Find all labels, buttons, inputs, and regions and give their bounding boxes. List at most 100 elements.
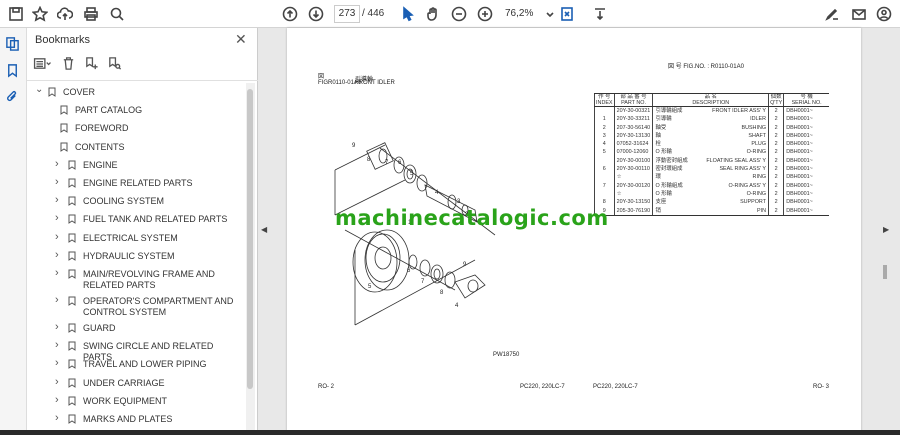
description-en: O-RING ASS' Y <box>728 182 767 189</box>
cell-index: 4 <box>594 140 615 149</box>
bookmark-label: FOREWORD <box>75 123 129 134</box>
zoom-out-icon[interactable] <box>449 4 469 24</box>
bookmark-label: CONTENTS <box>75 141 125 152</box>
bookmark-item[interactable]: › SWING CIRCLE AND RELATED PARTS <box>55 340 246 363</box>
document-scroll-thumb[interactable] <box>883 265 887 279</box>
chevron-right-icon[interactable]: › <box>55 249 63 261</box>
chevron-right-icon[interactable]: › <box>55 213 63 224</box>
table-row: 5 07000-12060 O 形輪 O-RING 2 DBH0001~ <box>594 148 829 157</box>
table-row: 20Y-30-00321 引導輪組成 FRONT IDLER ASS' Y 2 DBH0… <box>594 106 829 116</box>
cell-index: 7 <box>594 181 615 190</box>
chevron-right-icon[interactable]: › <box>55 358 63 369</box>
bookmark-item[interactable]: ⌄ COVER <box>35 84 246 100</box>
bookmark-item[interactable]: PART CATALOG <box>47 105 246 118</box>
print-icon[interactable] <box>81 4 101 24</box>
callout-number: 9 <box>352 143 356 149</box>
next-page-icon[interactable] <box>306 4 326 24</box>
footer-left-model: PC220, 220LC-7 <box>520 384 565 390</box>
bookmark-item[interactable]: › ELECTRICAL SYSTEM <box>55 231 246 246</box>
bookmark-item[interactable]: › OPERATOR'S COMPARTMENT AND CONTROL SYST… <box>55 295 246 320</box>
chevron-right-icon[interactable]: › <box>55 177 63 188</box>
bookmark-tree: ⌄ COVER PART CATALOG FOREWORD CONTENTS › ENGIN… <box>27 81 246 435</box>
bookmark-item[interactable]: › FUEL TANK AND RELATED PARTS <box>55 213 246 227</box>
find-bookmark-icon[interactable] <box>107 56 122 76</box>
bookmark-item[interactable]: › ENGINE RELATED PARTS <box>55 177 246 191</box>
column-header-en: SERIAL NO. <box>791 100 822 106</box>
description-en: SEAL RING ASS' Y <box>719 166 767 173</box>
main-toolbar: 273 / 446 76,2% <box>0 0 900 28</box>
bookmark-item[interactable]: › COOLING SYSTEM <box>55 195 246 209</box>
bookmarks-icon[interactable] <box>5 63 22 80</box>
footer-right-model: PC220, 220LC-7 <box>593 384 638 390</box>
cell-serial: DBH0001~ <box>783 206 829 216</box>
bookmark-item[interactable]: › MAIN/REVOLVING FRAME AND RELATED PARTS <box>55 268 246 293</box>
scroll-mode-icon[interactable] <box>590 4 610 24</box>
column-header: 品 名 DESCRIPTION <box>652 93 769 107</box>
column-header-en: PART NO. <box>621 100 646 106</box>
chevron-right-icon[interactable]: › <box>55 158 63 170</box>
bookmark-flag-icon <box>68 341 76 352</box>
page-number-input[interactable]: 273 <box>334 5 360 23</box>
chevron-right-icon[interactable]: › <box>55 268 63 279</box>
search-icon[interactable] <box>107 4 127 24</box>
bookmark-options-icon[interactable] <box>33 56 53 76</box>
cell-serial: DBH0001~ <box>783 165 829 174</box>
zoom-in-icon[interactable] <box>475 4 495 24</box>
star-icon[interactable] <box>30 4 50 24</box>
hand-tool-icon[interactable] <box>423 4 443 24</box>
chevron-right-icon[interactable]: › <box>55 231 63 243</box>
delete-bookmark-icon[interactable] <box>61 56 76 76</box>
cell-qty: 2 <box>768 123 784 132</box>
cell-qty: 2 <box>768 140 784 149</box>
zoom-level[interactable]: 76,2% <box>505 5 545 23</box>
close-icon[interactable]: ✕ <box>235 31 247 48</box>
bookmark-flag-icon <box>68 196 76 207</box>
bookmark-flag-icon <box>68 378 76 388</box>
expand-right-icon[interactable]: ▶ <box>883 225 889 234</box>
cell-part-no: 20Y-30-13130 <box>613 131 653 141</box>
cell-serial: DBH0001~ <box>783 173 829 182</box>
mail-icon[interactable] <box>849 4 869 24</box>
description-jp: 環 <box>655 174 661 181</box>
chevron-right-icon[interactable]: › <box>55 295 63 306</box>
previous-page-icon[interactable] <box>280 4 300 24</box>
bookmark-tools <box>33 56 122 76</box>
column-header: 個数 Q'TY <box>768 93 784 107</box>
cell-part-no: 20Y-30-00110 <box>613 165 653 174</box>
cell-serial: DBH0001~ <box>783 198 829 207</box>
chevron-right-icon[interactable]: › <box>55 195 63 206</box>
chevron-right-icon[interactable]: › <box>55 322 63 333</box>
chevron-down-icon[interactable]: ⌄ <box>35 84 43 95</box>
collapse-panel-icon[interactable]: ◀ <box>261 225 267 234</box>
cell-description: 栓 PLUG <box>652 140 769 149</box>
bookmark-label: OPERATOR'S COMPARTMENT AND CONTROL SYSTE… <box>83 296 234 317</box>
bookmark-item[interactable]: FOREWORD <box>47 123 246 136</box>
chevron-right-icon[interactable]: › <box>55 394 63 406</box>
account-icon[interactable] <box>874 4 894 24</box>
chevron-right-icon[interactable]: › <box>55 340 63 351</box>
description-jp: 軸 <box>655 132 661 139</box>
attachments-icon[interactable] <box>5 89 22 106</box>
fit-page-icon[interactable] <box>557 4 577 24</box>
select-cursor-icon[interactable] <box>398 4 418 24</box>
description-jp: 引導輪 <box>655 116 672 123</box>
chevron-right-icon[interactable]: › <box>55 376 63 388</box>
page-thumbnails-icon[interactable] <box>5 36 22 53</box>
bookmark-item[interactable]: › MARKS AND PLATES <box>55 413 246 427</box>
bookmark-item[interactable]: › WORK EQUIPMENT <box>55 394 246 409</box>
cell-part-no: 07000-12060 <box>613 148 653 157</box>
bookmark-item[interactable]: CONTENTS <box>47 142 246 155</box>
bookmark-item[interactable]: › UNDER CARRIAGE <box>55 376 246 391</box>
save-icon[interactable] <box>6 4 26 24</box>
bookmark-item[interactable]: › ENGINE <box>55 158 246 173</box>
chevron-right-icon[interactable]: › <box>55 413 63 424</box>
bookmarks-scrollbar[interactable] <box>246 83 255 433</box>
bookmark-item[interactable]: › HYDRAULIC SYSTEM <box>55 249 246 264</box>
sign-icon[interactable] <box>822 4 842 24</box>
new-bookmark-icon[interactable] <box>84 56 99 76</box>
bookmark-item[interactable]: › TRAVEL AND LOWER PIPING <box>55 358 246 372</box>
bookmark-item[interactable]: › GUARD <box>55 322 246 336</box>
cell-part-no: 207-30-56140 <box>613 123 653 132</box>
upload-cloud-icon[interactable] <box>55 4 75 24</box>
scroll-thumb[interactable] <box>247 89 253 389</box>
